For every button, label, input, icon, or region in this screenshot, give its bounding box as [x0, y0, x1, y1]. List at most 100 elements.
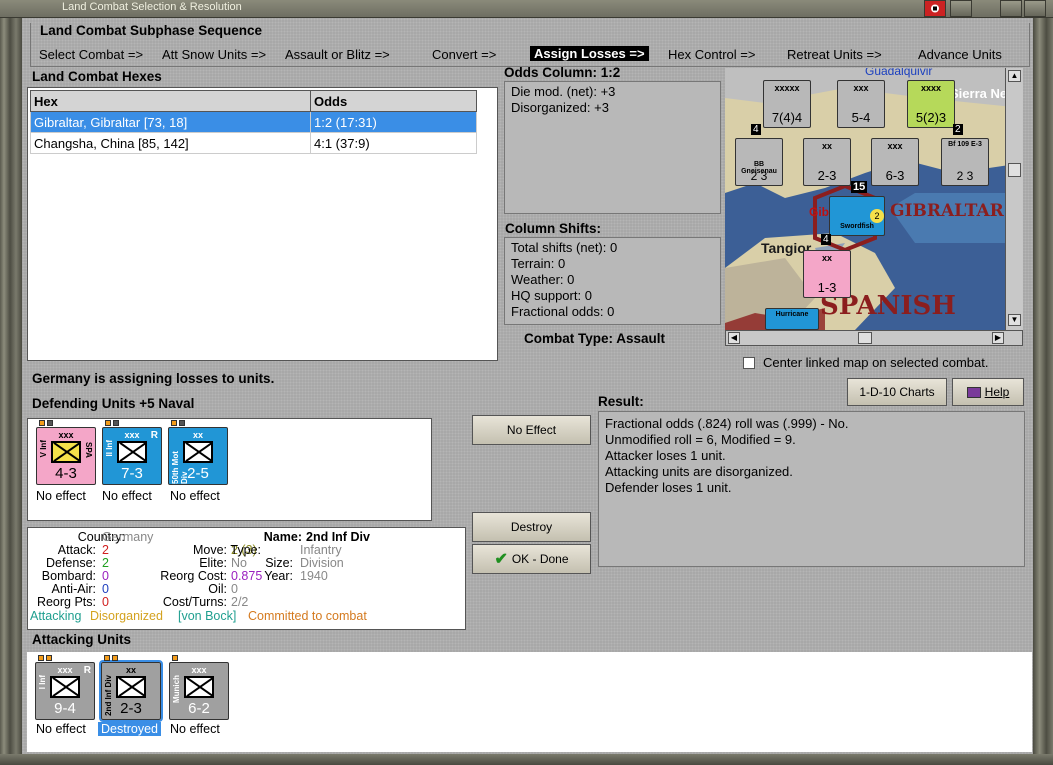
map-counter[interactable]: xx 1-3	[803, 250, 851, 298]
result-heading: Result:	[598, 394, 644, 409]
odds-line: Die mod. (net): +3	[511, 84, 616, 99]
map-label-river: Guadalquivir	[865, 68, 933, 78]
map-corner-number: 4	[751, 124, 761, 135]
scroll-thumb[interactable]	[858, 332, 872, 344]
attacking-units-panel: xxx R I Inf 9-4 No effect xx 2nd Inf Div…	[27, 652, 1032, 752]
defending-units-panel: xxx V Inf SPA 4-3 No effect xxx R II Inf…	[27, 418, 432, 521]
result-panel: Fractional odds (.824) roll was (.999) -…	[598, 411, 1025, 567]
hex-cell[interactable]: Changsha, China [85, 142]	[30, 132, 311, 154]
window-button[interactable]	[1024, 0, 1046, 17]
defending-unit-counter[interactable]: xx 50th Mot Div 2-5	[168, 420, 228, 485]
checkmark-icon: ✔	[494, 551, 508, 568]
map-counter[interactable]: xxx 6-3	[871, 138, 919, 186]
map-counter[interactable]: Bf 109 E-3 2 3	[941, 138, 989, 186]
map-counter[interactable]: Swordfish 2	[829, 196, 885, 236]
result-line: Fractional odds (.824) roll was (.999) -…	[605, 416, 849, 431]
main-panel: Land Combat Subphase Sequence Select Com…	[22, 18, 1033, 754]
result-line: Unmodified roll = 6, Modified = 9.	[605, 432, 796, 447]
map-counter[interactable]: xxxx 5(2)3	[907, 80, 955, 128]
column-shifts-panel: Total shifts (net): 0 Terrain: 0 Weather…	[504, 237, 721, 325]
unit-status: No effect	[36, 489, 86, 503]
stack-count: 15	[851, 181, 868, 193]
scroll-up-icon[interactable]: ▲	[1008, 70, 1021, 82]
unit-size: Division	[300, 556, 344, 570]
phase-hex-control: Hex Control =>	[668, 47, 756, 62]
charts-button[interactable]: 1-D-10 Charts	[847, 378, 947, 406]
column-header-hex[interactable]: Hex	[30, 90, 311, 112]
phase-assault-or-blitz: Assault or Blitz =>	[285, 47, 390, 62]
ok-done-button[interactable]: ✔ OK - Done	[472, 544, 591, 574]
right-frame	[1033, 18, 1053, 754]
unit-status: No effect	[102, 489, 152, 503]
help-button[interactable]: Help	[952, 378, 1024, 406]
shift-line: Terrain: 0	[511, 256, 566, 271]
status-committed: Committed to combat	[248, 609, 367, 623]
attacking-heading: Attacking Units	[32, 632, 132, 647]
result-line: Attacking units are disorganized.	[605, 464, 793, 479]
attacking-unit-counter[interactable]: xx 2nd Inf Div 2-3	[99, 655, 163, 722]
phase-assign-losses: Assign Losses =>	[530, 46, 649, 61]
phase-convert: Convert =>	[432, 47, 497, 62]
odds-cell[interactable]: 4:1 (37:9)	[310, 132, 477, 154]
result-line: Defender loses 1 unit.	[605, 480, 732, 495]
destroy-button[interactable]: Destroy	[472, 512, 591, 542]
center-linked-label: Center linked map on selected combat.	[763, 355, 989, 370]
map-corner-number: 4	[821, 234, 831, 245]
unit-cost-turns: 2/2	[231, 595, 249, 609]
unit-bombard: 0	[102, 569, 109, 583]
book-icon	[966, 386, 981, 398]
unit-type: Infantry	[300, 543, 342, 557]
hexes-heading: Land Combat Hexes	[32, 69, 162, 84]
phase-advance-units: Advance Units	[918, 47, 1002, 62]
scroll-right-icon[interactable]: ▶	[992, 332, 1004, 344]
window-button[interactable]	[950, 0, 972, 17]
unit-status: No effect	[170, 489, 220, 503]
unit-elite: No	[231, 556, 247, 570]
status-attacking: Attacking	[30, 609, 82, 623]
unit-antiair: 0	[102, 582, 109, 596]
hexes-table-panel: Hex Odds Gibraltar, Gibraltar [73, 18] 1…	[27, 87, 498, 361]
unit-status: No effect	[36, 722, 86, 736]
title-bar: Land Combat Selection & Resolution	[0, 0, 1053, 18]
map-counter[interactable]: xxxxx 7(4)4	[763, 80, 811, 128]
attacking-unit-counter[interactable]: xxx R I Inf 9-4	[35, 655, 95, 720]
shift-line: Fractional odds: 0	[511, 304, 615, 319]
defending-unit-counter[interactable]: xxx R II Inf 7-3	[102, 420, 162, 485]
map-counter[interactable]: xx 2-3	[803, 138, 851, 186]
unit-status: No effect	[170, 722, 220, 736]
unit-name: 2nd Inf Div	[306, 530, 370, 544]
scroll-thumb[interactable]	[1008, 163, 1021, 177]
status-disorganized: Disorganized	[90, 609, 163, 623]
map-counter[interactable]: Hurricane	[765, 308, 819, 330]
defending-unit-counter[interactable]: xxx V Inf SPA 4-3	[36, 420, 96, 485]
table-row[interactable]: Changsha, China [85, 142] 4:1 (37:9)	[30, 132, 477, 154]
map-label-gibraltar: GIBRALTAR	[890, 201, 1004, 221]
column-header-odds[interactable]: Odds	[310, 90, 477, 112]
no-effect-button[interactable]: No Effect	[472, 415, 591, 445]
map-vertical-scrollbar[interactable]: ▲ ▼	[1005, 68, 1023, 330]
phase-att-snow-units: Att Snow Units =>	[162, 47, 267, 62]
hexes-table: Hex Odds Gibraltar, Gibraltar [73, 18] 1…	[30, 90, 477, 154]
hex-cell[interactable]: Gibraltar, Gibraltar [73, 18]	[30, 111, 311, 133]
map-counter[interactable]: xxx 5-4	[837, 80, 885, 128]
map-view[interactable]: GIBRALTAR SPANISH Tangior Gibr Guadalqui…	[725, 68, 1023, 330]
unit-oil: 0	[231, 582, 238, 596]
center-linked-checkbox[interactable]	[743, 357, 755, 369]
map-counter[interactable]: BB Gneisenau 2 3	[735, 138, 783, 186]
bottom-frame	[0, 754, 1053, 765]
attacking-unit-counter[interactable]: xxx Munich 6-2	[169, 655, 229, 720]
window-title: Land Combat Selection & Resolution	[62, 1, 242, 13]
odds-cell[interactable]: 1:2 (17:31)	[310, 111, 477, 133]
scroll-left-icon[interactable]: ◀	[728, 332, 740, 344]
unit-year: 1940	[300, 569, 328, 583]
column-shifts-heading: Column Shifts:	[505, 221, 601, 236]
map-corner-number: 2	[953, 124, 963, 135]
shift-line: HQ support: 0	[511, 288, 592, 303]
phase-select-combat: Select Combat =>	[39, 47, 144, 62]
scroll-down-icon[interactable]: ▼	[1008, 314, 1021, 326]
unit-reorg-cost: 0.875	[231, 569, 263, 583]
window-button[interactable]	[1000, 0, 1022, 17]
status-hq: [von Bock]	[178, 609, 237, 623]
map-horizontal-scrollbar[interactable]: ◀ ▶	[725, 330, 1023, 346]
table-row[interactable]: Gibraltar, Gibraltar [73, 18] 1:2 (17:31…	[30, 111, 477, 133]
